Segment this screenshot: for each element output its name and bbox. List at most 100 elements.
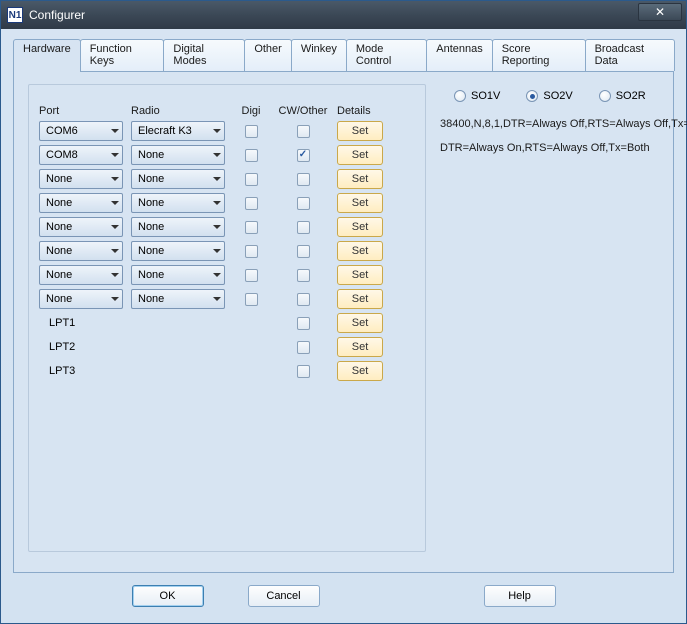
digi-checkbox-7[interactable] <box>245 293 258 306</box>
set-button-10[interactable]: Set <box>337 361 383 381</box>
set-button-2[interactable]: Set <box>337 169 383 189</box>
set-button-5[interactable]: Set <box>337 241 383 261</box>
set-button-7[interactable]: Set <box>337 289 383 309</box>
tab-strip: HardwareFunction KeysDigital ModesOtherW… <box>13 39 674 71</box>
tab-score-reporting[interactable]: Score Reporting <box>492 39 586 71</box>
digi-checkbox-1[interactable] <box>245 149 258 162</box>
cancel-button[interactable]: Cancel <box>248 585 320 607</box>
dialog-buttons: OK Cancel Help <box>13 573 674 611</box>
tab-mode-control[interactable]: Mode Control <box>346 39 427 71</box>
tab-broadcast-data[interactable]: Broadcast Data <box>585 39 675 71</box>
port-select-6[interactable]: None <box>39 265 123 285</box>
so-mode-radio-so2r[interactable]: SO2R <box>599 90 646 102</box>
radio-select-3[interactable]: None <box>131 193 225 213</box>
set-button-0[interactable]: Set <box>337 121 383 141</box>
chevron-down-icon <box>111 177 119 181</box>
cw-checkbox-6[interactable] <box>297 269 310 282</box>
digi-checkbox-6[interactable] <box>245 269 258 282</box>
radio-label: SO2R <box>616 90 646 102</box>
chevron-down-icon <box>213 153 221 157</box>
client-area: HardwareFunction KeysDigital ModesOtherW… <box>1 29 686 623</box>
tab-other[interactable]: Other <box>244 39 292 71</box>
cw-checkbox-4[interactable] <box>297 221 310 234</box>
chevron-down-icon <box>111 273 119 277</box>
chevron-down-icon <box>213 225 221 229</box>
port-select-value: None <box>46 245 72 257</box>
header-port: Port <box>39 105 123 121</box>
chevron-down-icon <box>213 177 221 181</box>
chevron-down-icon <box>213 249 221 253</box>
digi-checkbox-3[interactable] <box>245 197 258 210</box>
radio-select-4[interactable]: None <box>131 217 225 237</box>
configurer-window: N1 Configurer ✕ HardwareFunction KeysDig… <box>0 0 687 624</box>
radio-select-0[interactable]: Elecraft K3 <box>131 121 225 141</box>
chevron-down-icon <box>111 201 119 205</box>
cw-checkbox-10[interactable] <box>297 365 310 378</box>
digi-checkbox-2[interactable] <box>245 173 258 186</box>
header-radio: Radio <box>131 105 225 121</box>
cw-checkbox-9[interactable] <box>297 341 310 354</box>
port-select-value: None <box>46 197 72 209</box>
radio-select-value: Elecraft K3 <box>138 125 192 137</box>
port-select-5[interactable]: None <box>39 241 123 261</box>
port-select-1[interactable]: COM8 <box>39 145 123 165</box>
ports-fieldset: PortRadioDigiCW/OtherDetailsCOM6Elecraft… <box>28 84 426 552</box>
tab-function-keys[interactable]: Function Keys <box>80 39 165 71</box>
port-label-lpt1: LPT1 <box>39 313 123 333</box>
help-button[interactable]: Help <box>484 585 556 607</box>
app-icon: N1 <box>7 7 23 23</box>
radio-select-5[interactable]: None <box>131 241 225 261</box>
row-1-details-text: DTR=Always On,RTS=Always Off,Tx=Both <box>440 142 650 154</box>
radio-select-2[interactable]: None <box>131 169 225 189</box>
set-button-9[interactable]: Set <box>337 337 383 357</box>
close-icon: ✕ <box>655 5 665 19</box>
port-select-value: None <box>46 269 72 281</box>
radio-select-6[interactable]: None <box>131 265 225 285</box>
set-button-3[interactable]: Set <box>337 193 383 213</box>
so-mode-radio-so2v[interactable]: SO2V <box>526 90 572 102</box>
radio-icon <box>599 90 611 102</box>
header-details: Details <box>337 105 395 121</box>
so-mode-radio-so1v[interactable]: SO1V <box>454 90 500 102</box>
set-button-8[interactable]: Set <box>337 313 383 333</box>
cw-checkbox-0[interactable] <box>297 125 310 138</box>
cw-checkbox-7[interactable] <box>297 293 310 306</box>
cw-checkbox-2[interactable] <box>297 173 310 186</box>
window-title: Configurer <box>29 8 85 22</box>
radio-select-7[interactable]: None <box>131 289 225 309</box>
cw-checkbox-5[interactable] <box>297 245 310 258</box>
tab-winkey[interactable]: Winkey <box>291 39 347 71</box>
radio-select-value: None <box>138 269 164 281</box>
tab-antennas[interactable]: Antennas <box>426 39 492 71</box>
port-label-lpt2: LPT2 <box>39 337 123 357</box>
radio-select-value: None <box>138 245 164 257</box>
port-label-lpt3: LPT3 <box>39 361 123 381</box>
tab-digital-modes[interactable]: Digital Modes <box>163 39 245 71</box>
cw-checkbox-1[interactable] <box>297 149 310 162</box>
port-select-7[interactable]: None <box>39 289 123 309</box>
set-button-4[interactable]: Set <box>337 217 383 237</box>
cw-checkbox-3[interactable] <box>297 197 310 210</box>
radio-select-value: None <box>138 173 164 185</box>
radio-select-value: None <box>138 293 164 305</box>
ok-button[interactable]: OK <box>132 585 204 607</box>
radio-icon <box>526 90 538 102</box>
port-select-4[interactable]: None <box>39 217 123 237</box>
so-mode-group: SO1V SO2V SO2R <box>454 90 646 102</box>
digi-checkbox-5[interactable] <box>245 245 258 258</box>
digi-checkbox-4[interactable] <box>245 221 258 234</box>
set-button-6[interactable]: Set <box>337 265 383 285</box>
digi-checkbox-0[interactable] <box>245 125 258 138</box>
chevron-down-icon <box>213 201 221 205</box>
port-select-3[interactable]: None <box>39 193 123 213</box>
set-button-1[interactable]: Set <box>337 145 383 165</box>
port-select-value: None <box>46 173 72 185</box>
chevron-down-icon <box>213 129 221 133</box>
close-button[interactable]: ✕ <box>638 3 682 21</box>
port-select-0[interactable]: COM6 <box>39 121 123 141</box>
cw-checkbox-8[interactable] <box>297 317 310 330</box>
radio-select-1[interactable]: None <box>131 145 225 165</box>
tab-hardware[interactable]: Hardware <box>13 39 81 72</box>
port-select-2[interactable]: None <box>39 169 123 189</box>
radio-label: SO1V <box>471 90 500 102</box>
